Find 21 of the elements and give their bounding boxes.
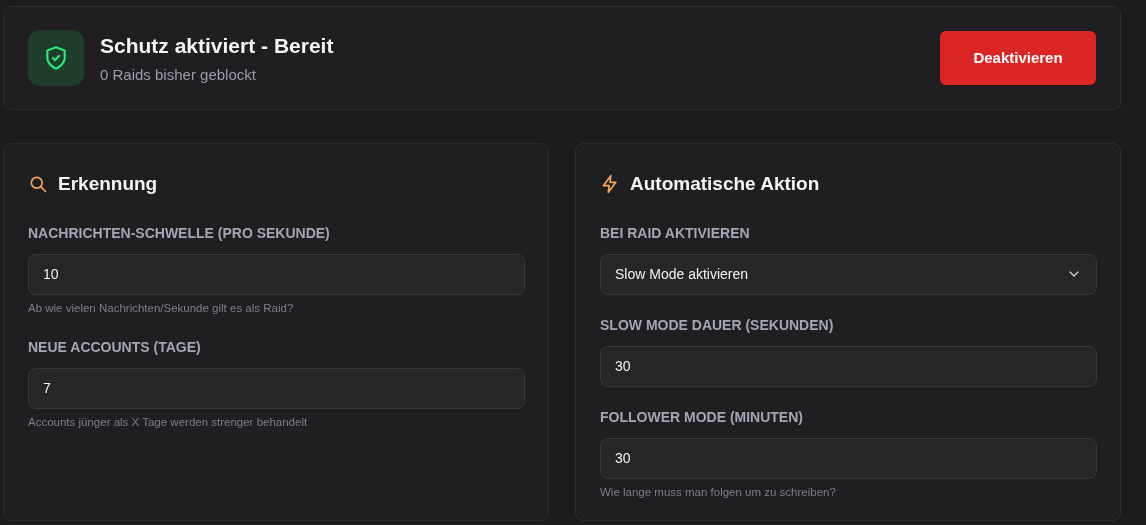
field-label: NEUE ACCOUNTS (TAGE) bbox=[28, 337, 202, 357]
input-field[interactable]: 10 bbox=[28, 253, 525, 295]
input-field[interactable]: 30 bbox=[600, 437, 1097, 479]
status-subtitle: 0 Raids bisher geblockt bbox=[100, 64, 257, 85]
lightning-icon bbox=[600, 174, 620, 195]
field-label: BEI RAID AKTIVIEREN bbox=[600, 223, 751, 243]
deactivate-button[interactable]: Deaktivieren bbox=[940, 31, 1096, 85]
input-field[interactable]: 7 bbox=[28, 367, 525, 409]
field-hint: Ab wie vielen Nachrichten/Sekunde gilt es als Raid? bbox=[28, 300, 295, 316]
field-hint: Wie lange muss man folgen um zu schreiben? bbox=[600, 484, 837, 500]
input-field[interactable]: 30 bbox=[600, 345, 1097, 387]
field-label: SLOW MODE DAUER (SEKUNDEN) bbox=[600, 315, 835, 335]
field-label: FOLLOWER MODE (MINUTEN) bbox=[600, 407, 804, 427]
field-label: NACHRICHTEN-SCHWELLE (PRO SEKUNDE) bbox=[28, 223, 331, 243]
shield-check-icon bbox=[28, 30, 84, 86]
select-field[interactable]: Slow Mode aktivieren bbox=[600, 253, 1097, 295]
field-hint: Accounts jünger als X Tage werden strenger behandelt bbox=[28, 414, 309, 430]
status-title: Schutz aktiviert - Bereit bbox=[100, 33, 334, 59]
search-icon bbox=[28, 174, 48, 195]
card-title: Automatische Aktion bbox=[630, 172, 820, 196]
card-title: Erkennung bbox=[58, 172, 158, 196]
